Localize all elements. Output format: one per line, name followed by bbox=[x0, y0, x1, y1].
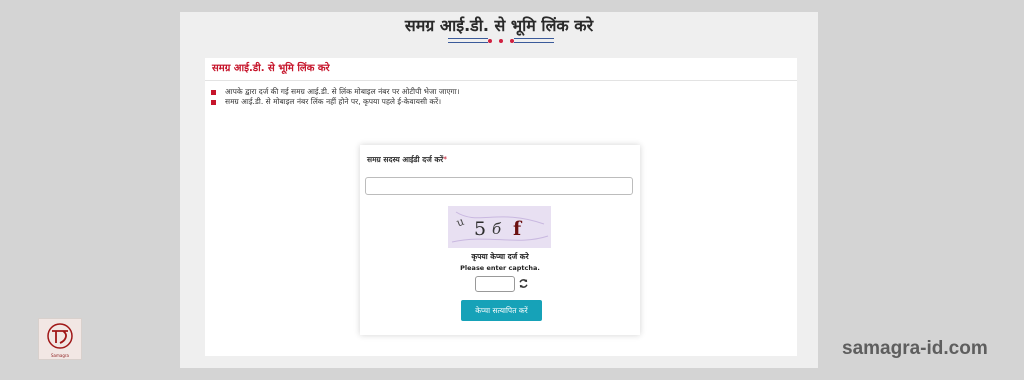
required-mark: * bbox=[443, 155, 447, 164]
samagra-logo-icon bbox=[47, 323, 73, 349]
samagra-logo: Samagra bbox=[38, 318, 82, 360]
instruction-text: समग्र आई.डी. से मोबाइल नंबर लिंक नहीं हो… bbox=[225, 97, 442, 106]
samagra-id-input[interactable] bbox=[365, 177, 633, 195]
logo-caption: Samagra bbox=[51, 353, 69, 358]
site-watermark: samagra-id.com bbox=[842, 338, 988, 359]
svg-text:u: u bbox=[455, 215, 466, 230]
samagra-id-label: समग्र सदस्य आईडी दर्ज करें* bbox=[367, 155, 447, 165]
svg-text:f: f bbox=[513, 218, 523, 240]
instruction-text: आपके द्वारा दर्ज की गई समग्र आई.डी. से ल… bbox=[225, 87, 460, 96]
bullet-icon bbox=[211, 99, 216, 105]
instruction-item: आपके द्वारा दर्ज की गई समग्र आई.डी. से ल… bbox=[211, 87, 797, 97]
captcha-graphic: u 5 б f bbox=[451, 211, 549, 243]
captcha-image: u 5 б f bbox=[448, 206, 551, 248]
captcha-caption: कृपया केप्चा दर्ज करे bbox=[471, 252, 529, 261]
captcha-hint: Please enter captcha. bbox=[460, 264, 540, 272]
svg-text:б: б bbox=[492, 220, 502, 238]
page-title: समग्र आई.डी. से भूमि लिंक करे bbox=[404, 16, 594, 35]
bullet-icon bbox=[211, 89, 216, 95]
link-panel: समग्र आई.डी. से भूमि लिंक करे आपके द्वार… bbox=[205, 58, 797, 356]
captcha-input[interactable] bbox=[475, 276, 515, 292]
id-form-card: समग्र सदस्य आईडी दर्ज करें* u 5 б f कृपय… bbox=[360, 145, 640, 335]
verify-captcha-button[interactable]: केप्चा सत्यापित करें bbox=[461, 300, 542, 321]
page-container: समग्र आई.डी. से भूमि लिंक करे समग्र आई.ड… bbox=[180, 12, 818, 368]
instruction-list: आपके द्वारा दर्ज की गई समग्र आई.डी. से ल… bbox=[205, 87, 797, 107]
refresh-icon[interactable] bbox=[518, 278, 529, 289]
samagra-id-label-text: समग्र सदस्य आईडी दर्ज करें bbox=[367, 155, 444, 164]
panel-header: समग्र आई.डी. से भूमि लिंक करे bbox=[205, 58, 797, 81]
svg-text:5: 5 bbox=[474, 218, 486, 240]
title-divider bbox=[448, 38, 554, 44]
instruction-item: समग्र आई.डी. से मोबाइल नंबर लिंक नहीं हो… bbox=[211, 97, 797, 107]
